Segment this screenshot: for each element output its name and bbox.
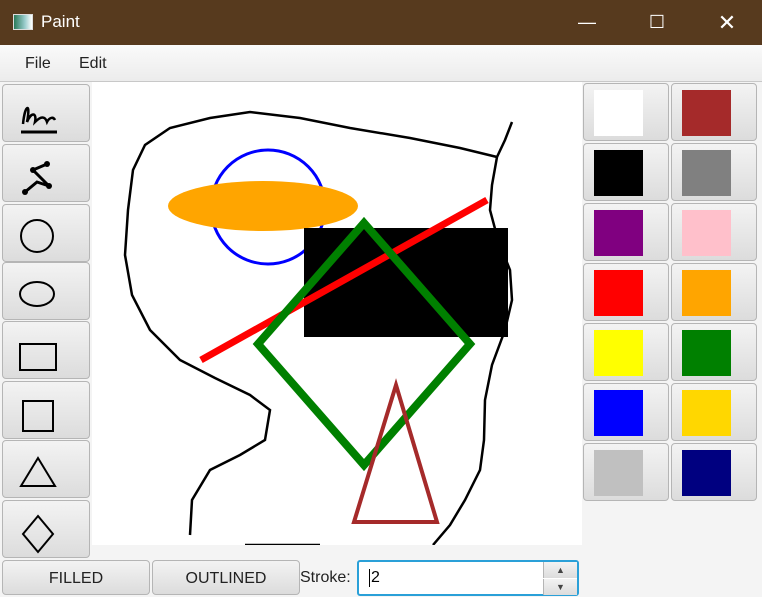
color-swatch-button[interactable] bbox=[583, 143, 669, 201]
color-swatch-button[interactable] bbox=[671, 83, 757, 141]
color-swatch bbox=[594, 390, 643, 436]
color-swatch bbox=[594, 450, 643, 496]
menu-file[interactable]: File bbox=[25, 55, 51, 73]
rectangle-tool-button[interactable] bbox=[2, 321, 90, 379]
color-swatch-button[interactable] bbox=[583, 323, 669, 381]
color-swatch bbox=[682, 450, 731, 496]
color-swatch-button[interactable] bbox=[583, 263, 669, 321]
freehand-tool-button[interactable] bbox=[2, 84, 90, 142]
diamond-tool-button[interactable] bbox=[2, 500, 90, 558]
color-swatch bbox=[682, 90, 731, 136]
color-swatch bbox=[682, 390, 731, 436]
color-swatch bbox=[682, 150, 731, 196]
color-swatch-button[interactable] bbox=[671, 143, 757, 201]
brown-triangle bbox=[351, 378, 440, 524]
menu-edit[interactable]: Edit bbox=[79, 55, 107, 73]
freehand-icon bbox=[21, 106, 57, 134]
increment-arrow-icon[interactable]: ▲ bbox=[543, 562, 577, 578]
canvas-drawing bbox=[123, 110, 514, 545]
stroke-spinner[interactable]: 2 ▲ ▼ bbox=[357, 560, 579, 596]
maximize-icon[interactable]: ☐ bbox=[634, 0, 680, 45]
menu-bar: File Edit bbox=[0, 45, 762, 82]
color-swatch-button[interactable] bbox=[671, 323, 757, 381]
close-icon[interactable]: ✕ bbox=[704, 0, 750, 45]
app-icon bbox=[13, 14, 33, 30]
minimize-icon[interactable]: — bbox=[564, 0, 610, 45]
circle-icon bbox=[20, 219, 54, 253]
color-swatch bbox=[682, 330, 731, 376]
color-swatch-button[interactable] bbox=[583, 383, 669, 441]
color-swatch bbox=[594, 150, 643, 196]
ellipse-tool-button[interactable] bbox=[2, 262, 90, 320]
color-swatch bbox=[594, 210, 643, 256]
color-swatch bbox=[682, 270, 731, 316]
title-bar: Paint — ☐ ✕ bbox=[0, 0, 762, 45]
filled-button[interactable]: FILLED bbox=[2, 560, 150, 595]
outlined-button[interactable]: OUTLINED bbox=[152, 560, 300, 595]
color-swatch bbox=[594, 90, 643, 136]
color-swatch-button[interactable] bbox=[583, 203, 669, 261]
square-tool-button[interactable] bbox=[2, 381, 90, 439]
color-swatch bbox=[682, 210, 731, 256]
window-title: Paint bbox=[41, 12, 80, 31]
polyline-tool-button[interactable] bbox=[2, 144, 90, 202]
color-swatch-button[interactable] bbox=[583, 83, 669, 141]
color-swatch-button[interactable] bbox=[583, 443, 669, 501]
triangle-icon bbox=[19, 456, 57, 487]
color-swatch-button[interactable] bbox=[671, 203, 757, 261]
stroke-input[interactable]: 2 bbox=[369, 569, 380, 587]
rectangle-icon bbox=[19, 343, 57, 371]
color-swatch bbox=[594, 330, 643, 376]
triangle-tool-button[interactable] bbox=[2, 440, 90, 498]
color-swatch-button[interactable] bbox=[671, 383, 757, 441]
orange-ellipse bbox=[168, 181, 358, 231]
color-swatch-button[interactable] bbox=[671, 443, 757, 501]
circle-tool-button[interactable] bbox=[2, 204, 90, 262]
color-swatch bbox=[594, 270, 643, 316]
stroke-label: Stroke: bbox=[300, 569, 351, 586]
drawing-canvas[interactable] bbox=[92, 82, 582, 545]
decrement-arrow-icon[interactable]: ▼ bbox=[543, 579, 577, 595]
diamond-icon bbox=[21, 514, 55, 554]
color-swatch-button[interactable] bbox=[671, 263, 757, 321]
ellipse-icon bbox=[19, 281, 55, 307]
square-icon bbox=[22, 400, 54, 432]
polyline-icon bbox=[22, 161, 52, 195]
